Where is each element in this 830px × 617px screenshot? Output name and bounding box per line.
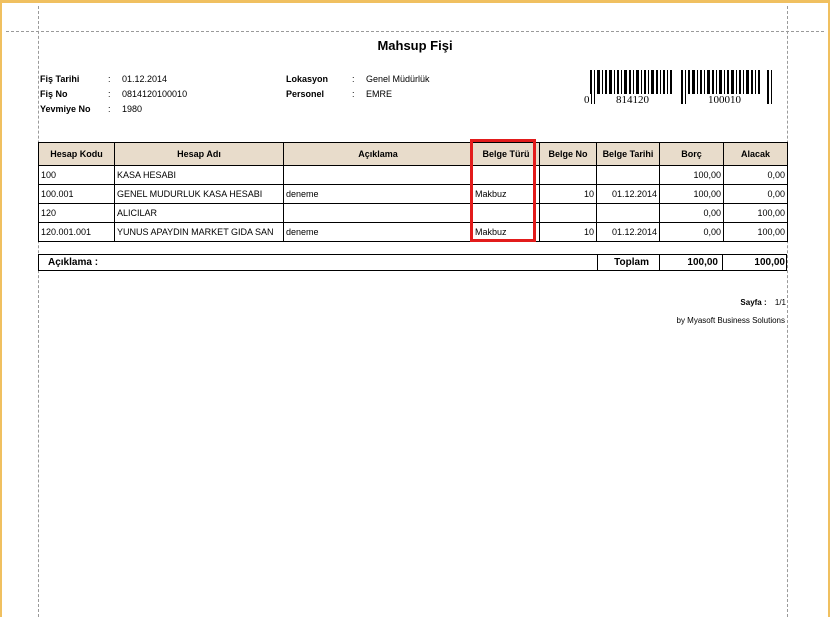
- column-header-alacak: Alacak: [723, 142, 788, 166]
- table-header-row: Hesap Kodu Hesap Adı Açıklama Belge Türü…: [38, 142, 788, 166]
- cell-belge-no: [539, 165, 597, 185]
- meta-left-block: Fiş Tarihi : 01.12.2014 Fiş No : 0814120…: [40, 72, 187, 117]
- cell-belge-turu: Makbuz: [472, 184, 540, 204]
- cell-hesap-adi: ALICILAR: [114, 203, 284, 223]
- vendor-credit: by Myasoft Business Solutions: [676, 316, 786, 325]
- meta-value: 01.12.2014: [122, 74, 168, 84]
- summary-alacak-total: 100,00: [754, 257, 785, 268]
- cell-belge-no: [539, 203, 597, 223]
- meta-label: Yevmiye No: [40, 104, 91, 114]
- cell-belge-tarihi: [596, 165, 660, 185]
- meta-row-fis-tarihi: Fiş Tarihi : 01.12.2014: [40, 72, 187, 87]
- meta-label: Lokasyon: [286, 74, 329, 84]
- meta-label: Personel: [286, 89, 325, 99]
- cell-borc: 100,00: [659, 165, 724, 185]
- meta-value: 1980: [122, 104, 143, 114]
- cell-hesap-kodu: 100: [38, 165, 115, 185]
- meta-colon: :: [108, 74, 111, 84]
- meta-colon: :: [108, 89, 111, 99]
- page-label: Sayfa :: [740, 298, 767, 307]
- cell-belge-turu: [472, 203, 540, 223]
- cell-borc: 0,00: [659, 222, 724, 242]
- cell-belge-tarihi: [596, 203, 660, 223]
- barcode-icon: [590, 70, 772, 104]
- meta-label: Fiş No: [40, 89, 68, 99]
- column-header-belge-tarihi: Belge Tarihi: [596, 142, 660, 166]
- barcode-digits-middle: 814120: [615, 94, 650, 106]
- cell-belge-tarihi: 01.12.2014: [596, 222, 660, 242]
- barcode-digits-right: 100010: [707, 94, 742, 106]
- cell-aciklama: [283, 203, 473, 223]
- meta-colon: :: [108, 104, 111, 114]
- column-header-hesap-kodu: Hesap Kodu: [38, 142, 115, 166]
- page-guide-top: [6, 31, 824, 32]
- column-header-belge-no: Belge No: [539, 142, 597, 166]
- meta-value: EMRE: [366, 89, 393, 99]
- meta-label: Fiş Tarihi: [40, 74, 80, 84]
- cell-alacak: 0,00: [723, 184, 788, 204]
- cell-hesap-adi: YUNUS APAYDIN MARKET GIDA SAN: [114, 222, 284, 242]
- cell-belge-no: 10: [539, 184, 597, 204]
- summary-borc-total: 100,00: [687, 257, 718, 268]
- table-row: 120.001.001 YUNUS APAYDIN MARKET GIDA SA…: [38, 222, 788, 242]
- window-frame-top: [0, 0, 830, 3]
- meta-colon: :: [352, 74, 355, 84]
- meta-value: 0814120100010: [122, 89, 188, 99]
- window-frame-left: [0, 0, 2, 617]
- column-header-hesap-adi: Hesap Adı: [114, 142, 284, 166]
- summary-toplam-label: Toplam: [614, 257, 649, 268]
- meta-row-personel: Personel : EMRE: [286, 87, 430, 102]
- cell-belge-no: 10: [539, 222, 597, 242]
- cell-hesap-kodu: 100.001: [38, 184, 115, 204]
- table-row: 100.001 GENEL MUDURLUK KASA HESABI denem…: [38, 184, 788, 204]
- cell-aciklama: deneme: [283, 184, 473, 204]
- cell-hesap-adi: GENEL MUDURLUK KASA HESABI: [114, 184, 284, 204]
- summary-row: Açıklama : Toplam 100,00 100,00: [38, 254, 787, 271]
- meta-row-yevmiye-no: Yevmiye No : 1980: [40, 102, 187, 117]
- meta-value: Genel Müdürlük: [366, 74, 430, 84]
- cell-hesap-kodu: 120.001.001: [38, 222, 115, 242]
- page-guide-left: [38, 6, 39, 617]
- document-title: Mahsup Fişi: [377, 38, 453, 53]
- cell-borc: 0,00: [659, 203, 724, 223]
- column-header-aciklama: Açıklama: [283, 142, 473, 166]
- cell-hesap-adi: KASA HESABI: [114, 165, 284, 185]
- table-row: 100 KASA HESABI 100,00 0,00: [38, 165, 788, 185]
- page-value: 1/1: [774, 298, 786, 307]
- meta-right-block: Lokasyon : Genel Müdürlük Personel : EMR…: [286, 72, 430, 102]
- cell-hesap-kodu: 120: [38, 203, 115, 223]
- column-header-borc: Borç: [659, 142, 724, 166]
- cell-alacak: 100,00: [723, 222, 788, 242]
- cell-aciklama: [283, 165, 473, 185]
- cell-alacak: 0,00: [723, 165, 788, 185]
- cell-aciklama: deneme: [283, 222, 473, 242]
- table-row: 120 ALICILAR 0,00 100,00: [38, 203, 788, 223]
- summary-divider: [597, 255, 598, 270]
- page-guide-right: [787, 6, 788, 617]
- page-indicator: Sayfa : 1/1: [700, 298, 786, 307]
- cell-alacak: 100,00: [723, 203, 788, 223]
- barcode-digit-left: 0: [583, 94, 591, 106]
- meta-colon: :: [352, 89, 355, 99]
- meta-row-lokasyon: Lokasyon : Genel Müdürlük: [286, 72, 430, 87]
- cell-belge-tarihi: 01.12.2014: [596, 184, 660, 204]
- summary-aciklama-label: Açıklama :: [48, 257, 99, 268]
- meta-row-fis-no: Fiş No : 0814120100010: [40, 87, 187, 102]
- cell-belge-turu: Makbuz: [472, 222, 540, 242]
- column-header-belge-turu: Belge Türü: [472, 142, 540, 166]
- cell-belge-turu: [472, 165, 540, 185]
- voucher-table: Hesap Kodu Hesap Adı Açıklama Belge Türü…: [38, 142, 788, 242]
- cell-borc: 100,00: [659, 184, 724, 204]
